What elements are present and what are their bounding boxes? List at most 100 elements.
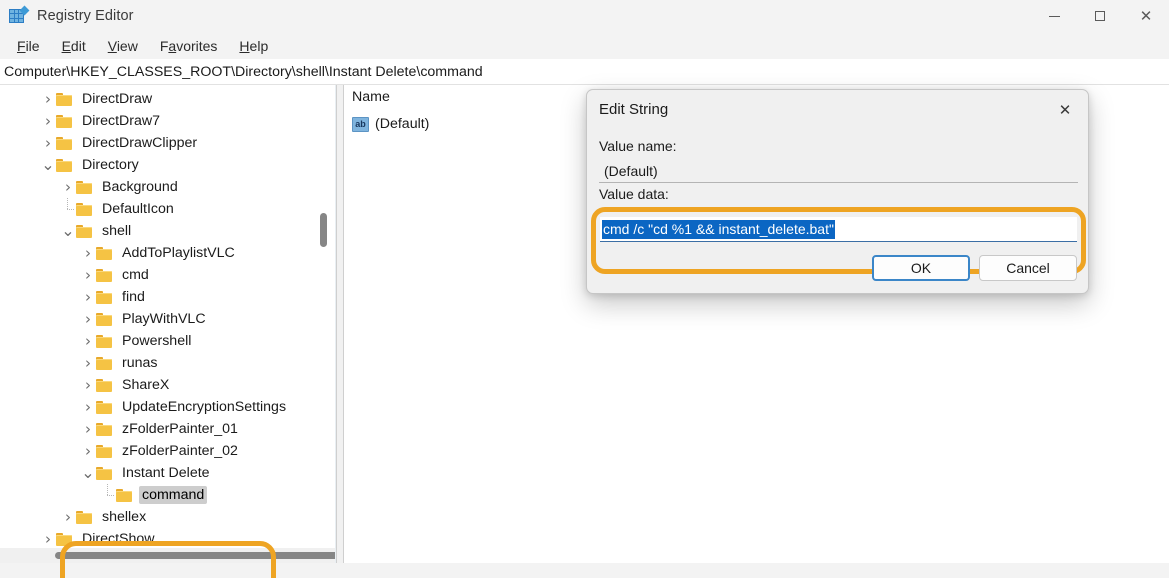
tree-item-playwithvlc[interactable]: ›PlayWithVLC bbox=[0, 308, 335, 330]
menu-file[interactable]: File bbox=[6, 35, 51, 57]
tree-item-label: zFolderPainter_01 bbox=[119, 420, 241, 438]
registry-tree: › DirectDraw › DirectDraw7 › DirectDrawClippe… bbox=[0, 85, 335, 563]
chevron-right-icon[interactable]: › bbox=[80, 264, 96, 286]
tree-guide-line bbox=[60, 198, 76, 220]
chevron-down-icon[interactable]: ⌄ bbox=[80, 462, 96, 484]
folder-icon bbox=[76, 202, 93, 216]
tree-item-directdraw[interactable]: › DirectDraw bbox=[0, 88, 335, 110]
folder-icon bbox=[116, 488, 133, 502]
ok-button[interactable]: OK bbox=[872, 255, 970, 281]
menu-bar: File Edit View Favorites Help bbox=[0, 32, 1169, 59]
tree-guide-line bbox=[100, 484, 116, 506]
value-name-label: Value name: bbox=[599, 138, 677, 154]
folder-icon bbox=[96, 334, 113, 348]
chevron-right-icon[interactable]: › bbox=[60, 176, 76, 198]
menu-favorites[interactable]: Favorites bbox=[149, 35, 229, 57]
tree-horizontal-scrollbar[interactable] bbox=[0, 548, 336, 563]
chevron-down-icon[interactable]: ⌄ bbox=[40, 154, 56, 176]
tree-item-defaulticon[interactable]: DefaultIcon bbox=[0, 198, 335, 220]
folder-icon bbox=[96, 422, 113, 436]
cancel-button[interactable]: Cancel bbox=[979, 255, 1077, 281]
tree-item-updateencryptionsettings[interactable]: ›UpdateEncryptionSettings bbox=[0, 396, 335, 418]
tree-item-label: DirectShow bbox=[79, 530, 158, 548]
folder-icon bbox=[96, 400, 113, 414]
tree-item-label: Background bbox=[99, 178, 181, 196]
chevron-right-icon[interactable]: › bbox=[40, 110, 56, 132]
list-item[interactable]: ab (Default) bbox=[344, 113, 429, 135]
tree-item-runas[interactable]: › runas bbox=[0, 352, 335, 374]
tree-item-powershell[interactable]: ›Powershell bbox=[0, 330, 335, 352]
folder-icon bbox=[96, 246, 113, 260]
tree-item-instant-delete[interactable]: ⌄Instant Delete bbox=[0, 462, 335, 484]
chevron-right-icon[interactable]: › bbox=[80, 330, 96, 352]
folder-icon bbox=[76, 510, 93, 524]
tree-item-label: runas bbox=[119, 354, 161, 372]
tree-item-label: DirectDrawClipper bbox=[79, 134, 200, 152]
folder-icon bbox=[56, 92, 73, 106]
tree-item-label: DirectDraw7 bbox=[79, 112, 163, 130]
folder-icon bbox=[56, 136, 73, 150]
tree-item-directdraw7[interactable]: › DirectDraw7 bbox=[0, 110, 335, 132]
tree-item-label: shell bbox=[99, 222, 134, 240]
column-header-name[interactable]: Name bbox=[344, 89, 390, 105]
tree-item-shell[interactable]: ⌄ shell bbox=[0, 220, 335, 242]
tree-item-command[interactable]: command bbox=[0, 484, 335, 506]
tree-horizontal-scrollbar-thumb[interactable] bbox=[55, 552, 336, 559]
pane-splitter[interactable] bbox=[336, 85, 344, 563]
tree-item-label: Directory bbox=[79, 156, 142, 174]
maximize-button[interactable] bbox=[1077, 0, 1123, 32]
menu-view[interactable]: View bbox=[97, 35, 149, 57]
edit-string-dialog: Edit String ✕ Value name: (Default) Valu… bbox=[586, 89, 1089, 294]
chevron-right-icon[interactable]: › bbox=[80, 286, 96, 308]
tree-item-cmd[interactable]: ›cmd bbox=[0, 264, 335, 286]
chevron-right-icon[interactable]: › bbox=[40, 528, 56, 550]
string-value-ab-icon: ab bbox=[352, 117, 369, 132]
tree-vertical-scrollbar-thumb[interactable] bbox=[320, 213, 327, 247]
folder-icon bbox=[96, 356, 113, 370]
folder-icon bbox=[96, 268, 113, 282]
tree-vertical-scrollbar[interactable] bbox=[317, 85, 329, 563]
chevron-right-icon[interactable]: › bbox=[80, 396, 96, 418]
tree-item-label: DefaultIcon bbox=[99, 200, 177, 218]
tree-item-find[interactable]: ›find bbox=[0, 286, 335, 308]
menu-edit[interactable]: Edit bbox=[51, 35, 97, 57]
close-button[interactable]: ✕ bbox=[1123, 0, 1169, 32]
chevron-right-icon[interactable]: › bbox=[80, 242, 96, 264]
tree-item-label: zFolderPainter_02 bbox=[119, 442, 241, 460]
registry-editor-icon bbox=[9, 7, 27, 25]
tree-item-background[interactable]: › Background bbox=[0, 176, 335, 198]
chevron-right-icon[interactable]: › bbox=[80, 352, 96, 374]
chevron-right-icon[interactable]: › bbox=[40, 88, 56, 110]
chevron-right-icon[interactable]: › bbox=[80, 374, 96, 396]
tree-item-sharex[interactable]: › ShareX bbox=[0, 374, 335, 396]
chevron-right-icon[interactable]: › bbox=[80, 440, 96, 462]
value-data-text: cmd /c "cd %1 && instant_delete.bat" bbox=[602, 220, 835, 239]
tree-item-zfolderpainter-02[interactable]: › zFolderPainter_02 bbox=[0, 440, 335, 462]
chevron-right-icon[interactable]: › bbox=[80, 308, 96, 330]
menu-help[interactable]: Help bbox=[228, 35, 279, 57]
chevron-down-icon[interactable]: ⌄ bbox=[60, 220, 76, 242]
folder-icon bbox=[96, 312, 113, 326]
tree-item-label: ShareX bbox=[119, 376, 172, 394]
value-data-input[interactable]: cmd /c "cd %1 && instant_delete.bat" bbox=[600, 217, 1077, 242]
chevron-right-icon[interactable]: › bbox=[40, 132, 56, 154]
tree-item-label: DirectDraw bbox=[79, 90, 155, 108]
minimize-button[interactable] bbox=[1031, 0, 1077, 32]
tree-item-directshow[interactable]: › DirectShow bbox=[0, 528, 335, 550]
registry-tree-pane: › DirectDraw › DirectDraw7 › DirectDrawClippe… bbox=[0, 85, 336, 563]
dialog-close-icon[interactable]: ✕ bbox=[1048, 96, 1082, 124]
tree-item-label: AddToPlaylistVLC bbox=[119, 244, 238, 262]
address-bar[interactable]: Computer\HKEY_CLASSES_ROOT\Directory\she… bbox=[0, 59, 1169, 85]
tree-item-shellex[interactable]: ›shellex bbox=[0, 506, 335, 528]
tree-item-directdrawclipper[interactable]: › DirectDrawClipper bbox=[0, 132, 335, 154]
tree-item-zfolderpainter-01[interactable]: › zFolderPainter_01 bbox=[0, 418, 335, 440]
tree-item-directory[interactable]: ⌄ Directory bbox=[0, 154, 335, 176]
folder-icon bbox=[56, 532, 73, 546]
chevron-right-icon[interactable]: › bbox=[60, 506, 76, 528]
tree-item-addtoplaylistvlc[interactable]: › AddToPlaylistVLC bbox=[0, 242, 335, 264]
tree-item-label: command bbox=[139, 486, 207, 504]
value-data-label: Value data: bbox=[599, 186, 669, 202]
value-name-input[interactable]: (Default) bbox=[599, 160, 1078, 183]
chevron-right-icon[interactable]: › bbox=[80, 418, 96, 440]
address-path: Computer\HKEY_CLASSES_ROOT\Directory\she… bbox=[4, 64, 483, 80]
